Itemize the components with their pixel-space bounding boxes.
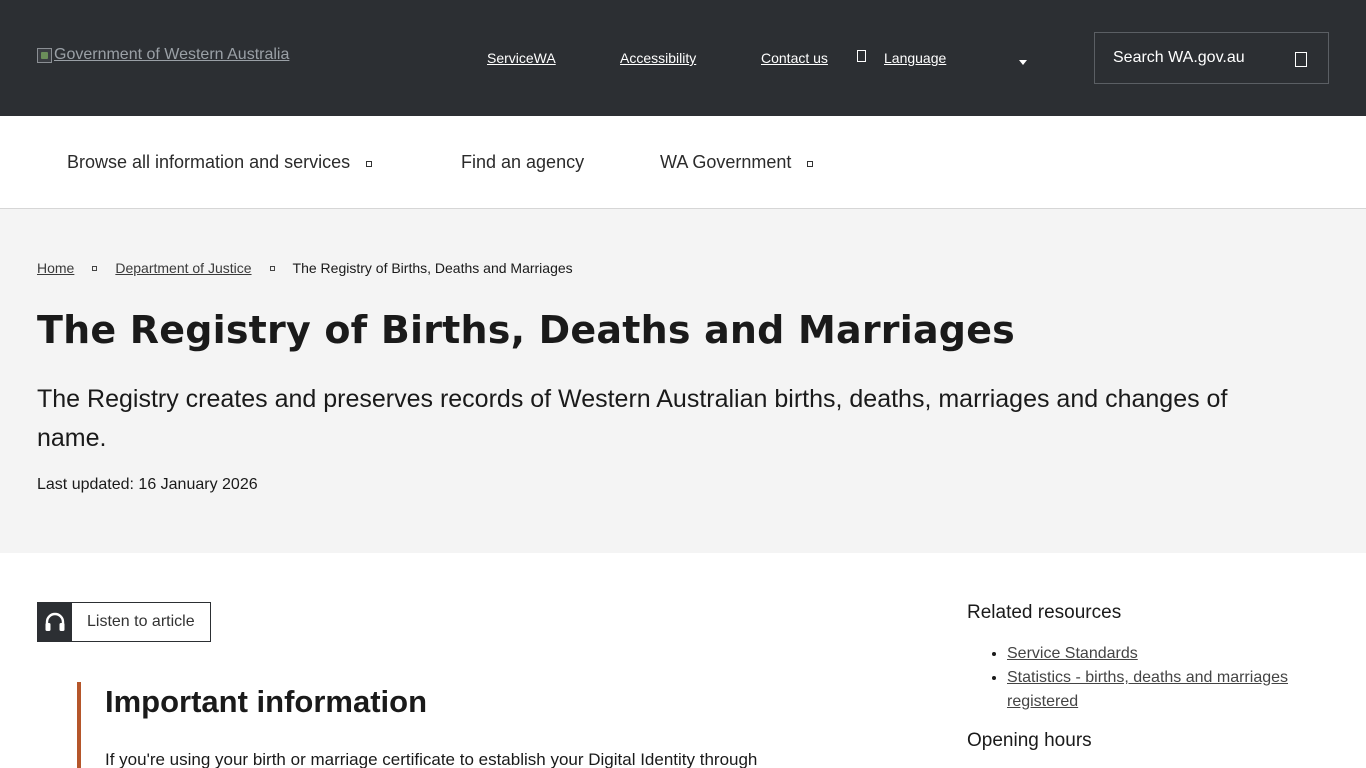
breadcrumb-department[interactable]: Department of Justice: [115, 260, 251, 276]
last-updated: Last updated: 16 January 2026: [37, 476, 258, 493]
nav-find-agency-label: Find an agency: [461, 152, 585, 172]
breadcrumb-home[interactable]: Home: [37, 260, 74, 276]
globe-icon: [857, 50, 866, 62]
nav-wa-government[interactable]: WA Government: [660, 152, 814, 173]
listen-label: Listen to article: [87, 613, 195, 630]
nav-browse-all[interactable]: Browse all information and services: [67, 152, 373, 173]
nav-find-agency[interactable]: Find an agency: [461, 152, 584, 173]
opening-hours-heading: Opening hours: [967, 730, 1092, 751]
page-hero: Home Department of Justice The Registry …: [0, 209, 1366, 553]
related-list: Service Standards Statistics - births, d…: [967, 642, 1347, 714]
search-label: Search WA.gov.au: [1113, 49, 1245, 66]
accessibility-link[interactable]: Accessibility: [620, 50, 696, 66]
related-resources: Related resources Service Standards Stat…: [967, 602, 1347, 752]
listen-to-article-button[interactable]: Listen to article: [37, 602, 211, 642]
statistics-link[interactable]: Statistics - births, deaths and marriage…: [1007, 669, 1288, 710]
important-information-callout: Important information If you're using yo…: [77, 682, 837, 768]
nav-wa-government-label: WA Government: [660, 152, 792, 172]
breadcrumb-current: The Registry of Births, Deaths and Marri…: [292, 260, 573, 276]
list-item: Service Standards: [1007, 642, 1347, 666]
logo-alt-text: Government of Western Australia: [54, 46, 290, 63]
chevron-down-icon[interactable]: [1019, 60, 1027, 65]
servicewa-link[interactable]: ServiceWA: [487, 50, 556, 66]
broken-image-icon: [37, 47, 52, 63]
search-icon: [1295, 52, 1307, 67]
search-button[interactable]: Search WA.gov.au: [1094, 32, 1329, 84]
page-title: The Registry of Births, Deaths and Marri…: [37, 308, 1016, 352]
important-heading: Important information: [105, 684, 428, 719]
related-heading: Related resources: [967, 602, 1122, 623]
nav-browse-all-label: Browse all information and services: [67, 152, 351, 172]
service-standards-link[interactable]: Service Standards: [1007, 645, 1138, 662]
chevron-down-icon: [366, 160, 373, 167]
page-lead: The Registry creates and preserves recor…: [37, 385, 1228, 452]
top-bar: Government of Western Australia ServiceW…: [0, 0, 1366, 116]
important-text: If you're using your birth or marriage c…: [105, 750, 758, 768]
language-selector[interactable]: Language: [884, 50, 946, 66]
chevron-right-icon: [269, 265, 275, 271]
chevron-right-icon: [92, 265, 98, 271]
list-item: Statistics - births, deaths and marriage…: [1007, 666, 1347, 714]
headphones-icon: [38, 603, 72, 641]
wa-government-logo[interactable]: Government of Western Australia: [37, 46, 289, 64]
main-navigation: Browse all information and services Find…: [0, 116, 1366, 209]
contact-us-link[interactable]: Contact us: [761, 50, 828, 66]
breadcrumb: Home Department of Justice The Registry …: [37, 260, 573, 276]
chevron-down-icon: [807, 160, 814, 167]
